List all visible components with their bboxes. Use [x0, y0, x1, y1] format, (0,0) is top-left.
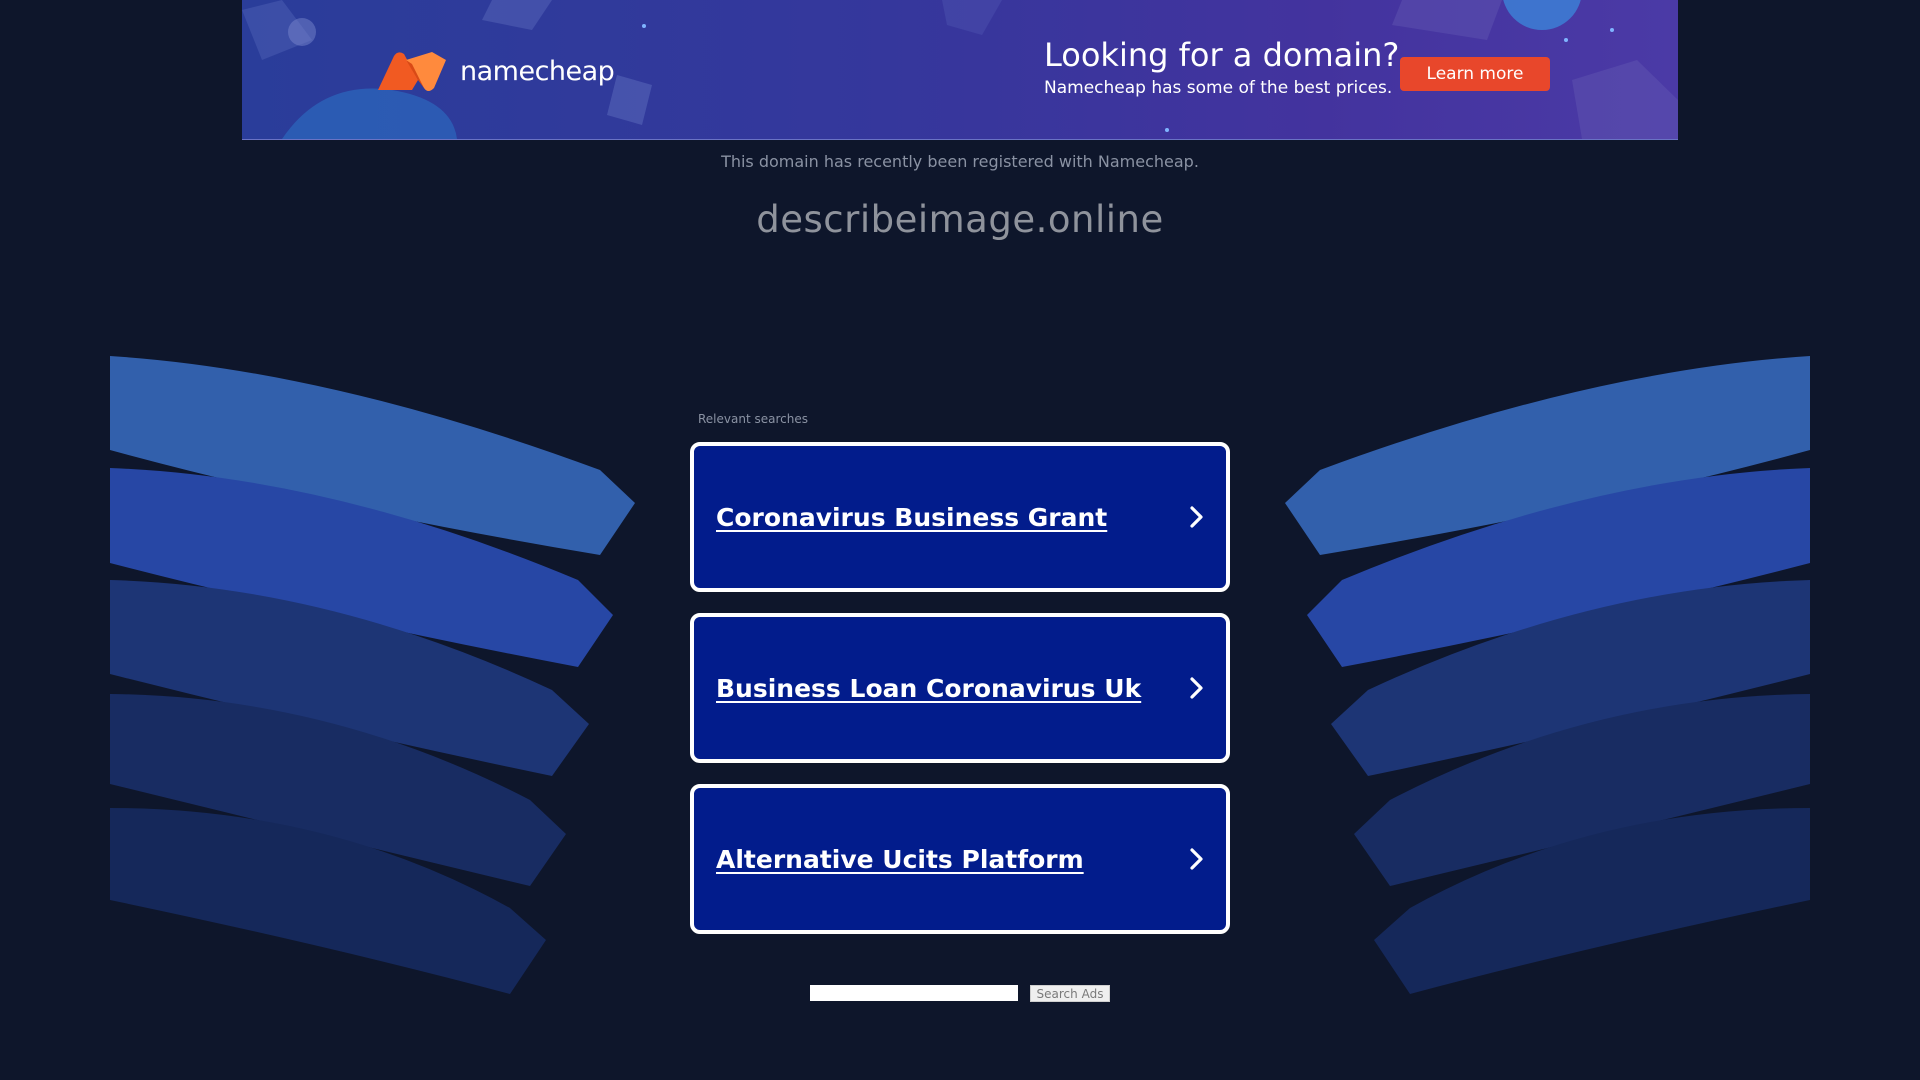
search-ads-button[interactable]: Search Ads: [1030, 985, 1110, 1002]
namecheap-brand[interactable]: namecheap: [376, 48, 615, 94]
chevron-right-icon: [1190, 848, 1203, 870]
learn-more-button[interactable]: Learn more: [1400, 57, 1550, 91]
promo-text: Looking for a domain? Namecheap has some…: [1044, 36, 1399, 98]
domain-name: describeimage.online: [756, 198, 1164, 241]
parked-domain-page: namecheap Looking for a domain? Namechea…: [0, 0, 1920, 1080]
registered-note: This domain has recently been registered…: [721, 152, 1199, 171]
search-ads-input[interactable]: [810, 985, 1018, 1001]
search-result-link[interactable]: Alternative Ucits Platform: [690, 784, 1230, 934]
search-result-label[interactable]: Business Loan Coronavirus Uk: [716, 674, 1141, 703]
chevron-right-icon: [1190, 677, 1203, 699]
namecheap-n-logo-icon: [378, 52, 446, 91]
search-result-link[interactable]: Business Loan Coronavirus Uk: [690, 613, 1230, 763]
relevant-searches-heading: Relevant searches: [698, 412, 808, 426]
search-result-link[interactable]: Coronavirus Business Grant: [690, 442, 1230, 592]
search-result-label[interactable]: Alternative Ucits Platform: [716, 845, 1084, 874]
namecheap-banner-ad[interactable]: namecheap Looking for a domain? Namechea…: [242, 0, 1678, 140]
chevron-right-icon: [1190, 506, 1203, 528]
search-result-label[interactable]: Coronavirus Business Grant: [716, 503, 1107, 532]
promo-subline: Namecheap has some of the best prices.: [1044, 78, 1393, 98]
brand-name: namecheap: [460, 55, 615, 87]
promo-headline: Looking for a domain?: [1044, 36, 1400, 74]
